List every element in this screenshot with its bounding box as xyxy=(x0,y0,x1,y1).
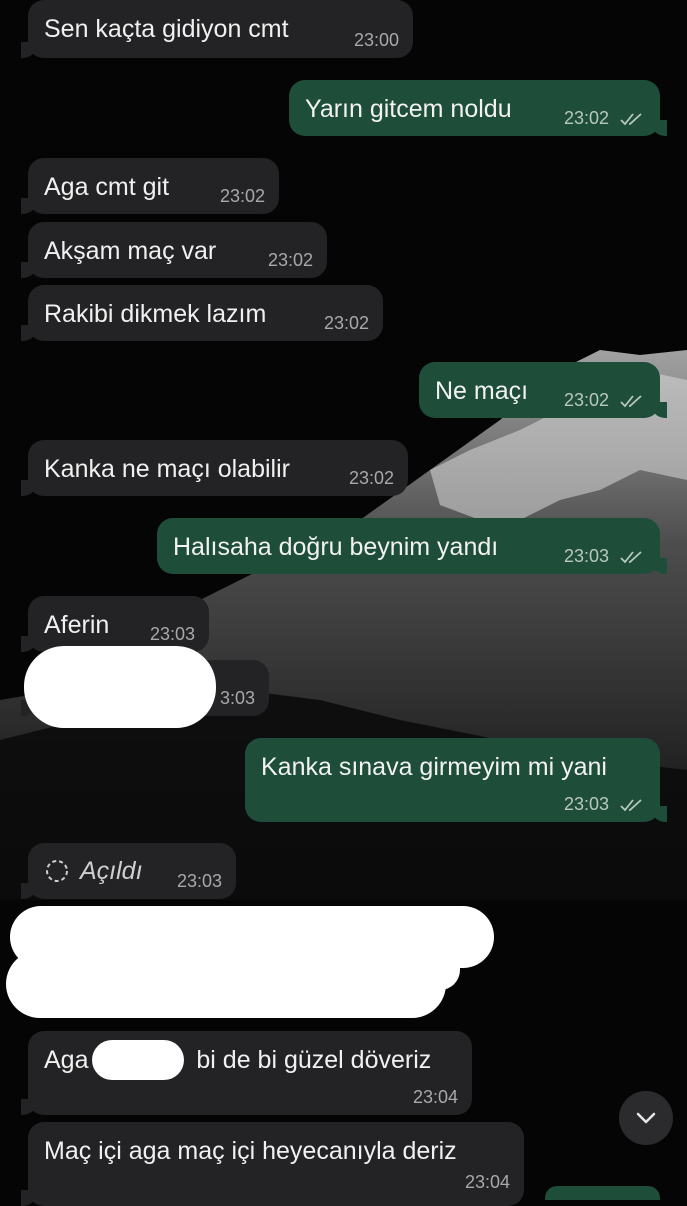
scroll-to-bottom-button[interactable] xyxy=(619,1091,673,1145)
message-text: Aferin xyxy=(44,611,110,639)
message-time: 23:03 xyxy=(149,624,195,644)
message-text-start: Aga xyxy=(44,1046,89,1074)
message-text: Kanka ne maçı olabilir xyxy=(44,455,290,483)
redaction-scribble xyxy=(24,646,216,728)
message-incoming[interactable]: Kanka ne maçı olabilir 23:02 xyxy=(21,440,408,496)
message-view-once[interactable]: Açıldı 23:03 xyxy=(21,843,236,899)
message-outgoing[interactable]: Halısaha doğru beynim yandı 23:03 xyxy=(157,518,667,574)
message-incoming[interactable]: Akşam maç var 23:02 xyxy=(21,222,327,278)
message-time: 23:00 xyxy=(353,30,399,50)
message-text: Yarın gitcem noldu xyxy=(305,95,512,123)
message-incoming[interactable]: Sen kaçta gidiyon cmt 23:00 xyxy=(21,0,413,58)
double-check-icon xyxy=(620,395,642,408)
message-text: Açıldı xyxy=(80,857,143,885)
message-time: 23:03 xyxy=(563,794,609,814)
chevron-down-icon xyxy=(636,1112,656,1124)
message-text: Sen kaçta gidiyon cmt xyxy=(44,15,289,43)
message-meta: 23:02 xyxy=(564,108,644,128)
message-incoming[interactable]: Aferin 23:03 xyxy=(21,596,209,652)
message-outgoing[interactable]: Ne maçı 23:02 xyxy=(419,362,667,418)
message-time: 23:02 xyxy=(348,468,394,488)
message-time: 23:02 xyxy=(563,390,609,410)
message-time: 23:02 xyxy=(219,186,265,206)
message-incoming[interactable]: Aga cmt git 23:02 xyxy=(21,158,279,214)
message-incoming[interactable]: Rakibi dikmek lazım 23:02 xyxy=(21,285,383,341)
double-check-icon xyxy=(620,551,642,564)
message-time: 23:04 xyxy=(412,1087,458,1107)
message-text: Halısaha doğru beynim yandı xyxy=(173,533,499,561)
message-time: 23:03 xyxy=(176,871,222,891)
view-once-opened-icon xyxy=(46,860,68,882)
message-text: Kanka sınava girmeyim mi yani xyxy=(261,753,607,781)
outgoing-bubble-edge xyxy=(545,1186,660,1200)
message-outgoing[interactable]: Yarın gitcem noldu 23:02 xyxy=(289,80,667,136)
double-check-icon xyxy=(620,799,642,812)
message-time: 23:02 xyxy=(267,250,313,270)
message-meta: 23:03 xyxy=(564,794,644,814)
message-text: Akşam maç var xyxy=(44,237,217,265)
message-time: 23:02 xyxy=(563,108,609,128)
message-text: Maç içi aga maç içi heyecanıyla deriz xyxy=(44,1137,457,1165)
message-outgoing[interactable]: Kanka sınava girmeyim mi yani 23:03 xyxy=(245,738,667,822)
message-time: 23:04 xyxy=(464,1172,510,1192)
message-time: 3:03 xyxy=(219,688,255,708)
message-text: Ne maçı xyxy=(435,377,529,405)
double-check-icon xyxy=(620,113,642,126)
message-text-end: bi de bi güzel döveriz xyxy=(196,1046,432,1074)
message-meta: 23:03 xyxy=(564,546,644,566)
message-text: Rakibi dikmek lazım xyxy=(44,300,267,328)
message-time: 23:03 xyxy=(563,546,609,566)
message-incoming[interactable]: Maç içi aga maç içi heyecanıyla deriz 23… xyxy=(21,1122,524,1206)
message-meta: 23:02 xyxy=(564,390,644,410)
redaction-scribble xyxy=(60,930,460,990)
message-time: 23:02 xyxy=(323,313,369,333)
message-text: Aga cmt git xyxy=(44,173,170,201)
redaction-scribble xyxy=(92,1040,184,1080)
message-incoming[interactable]: Aga bi de bi güzel döveriz 23:04 xyxy=(21,1031,472,1115)
